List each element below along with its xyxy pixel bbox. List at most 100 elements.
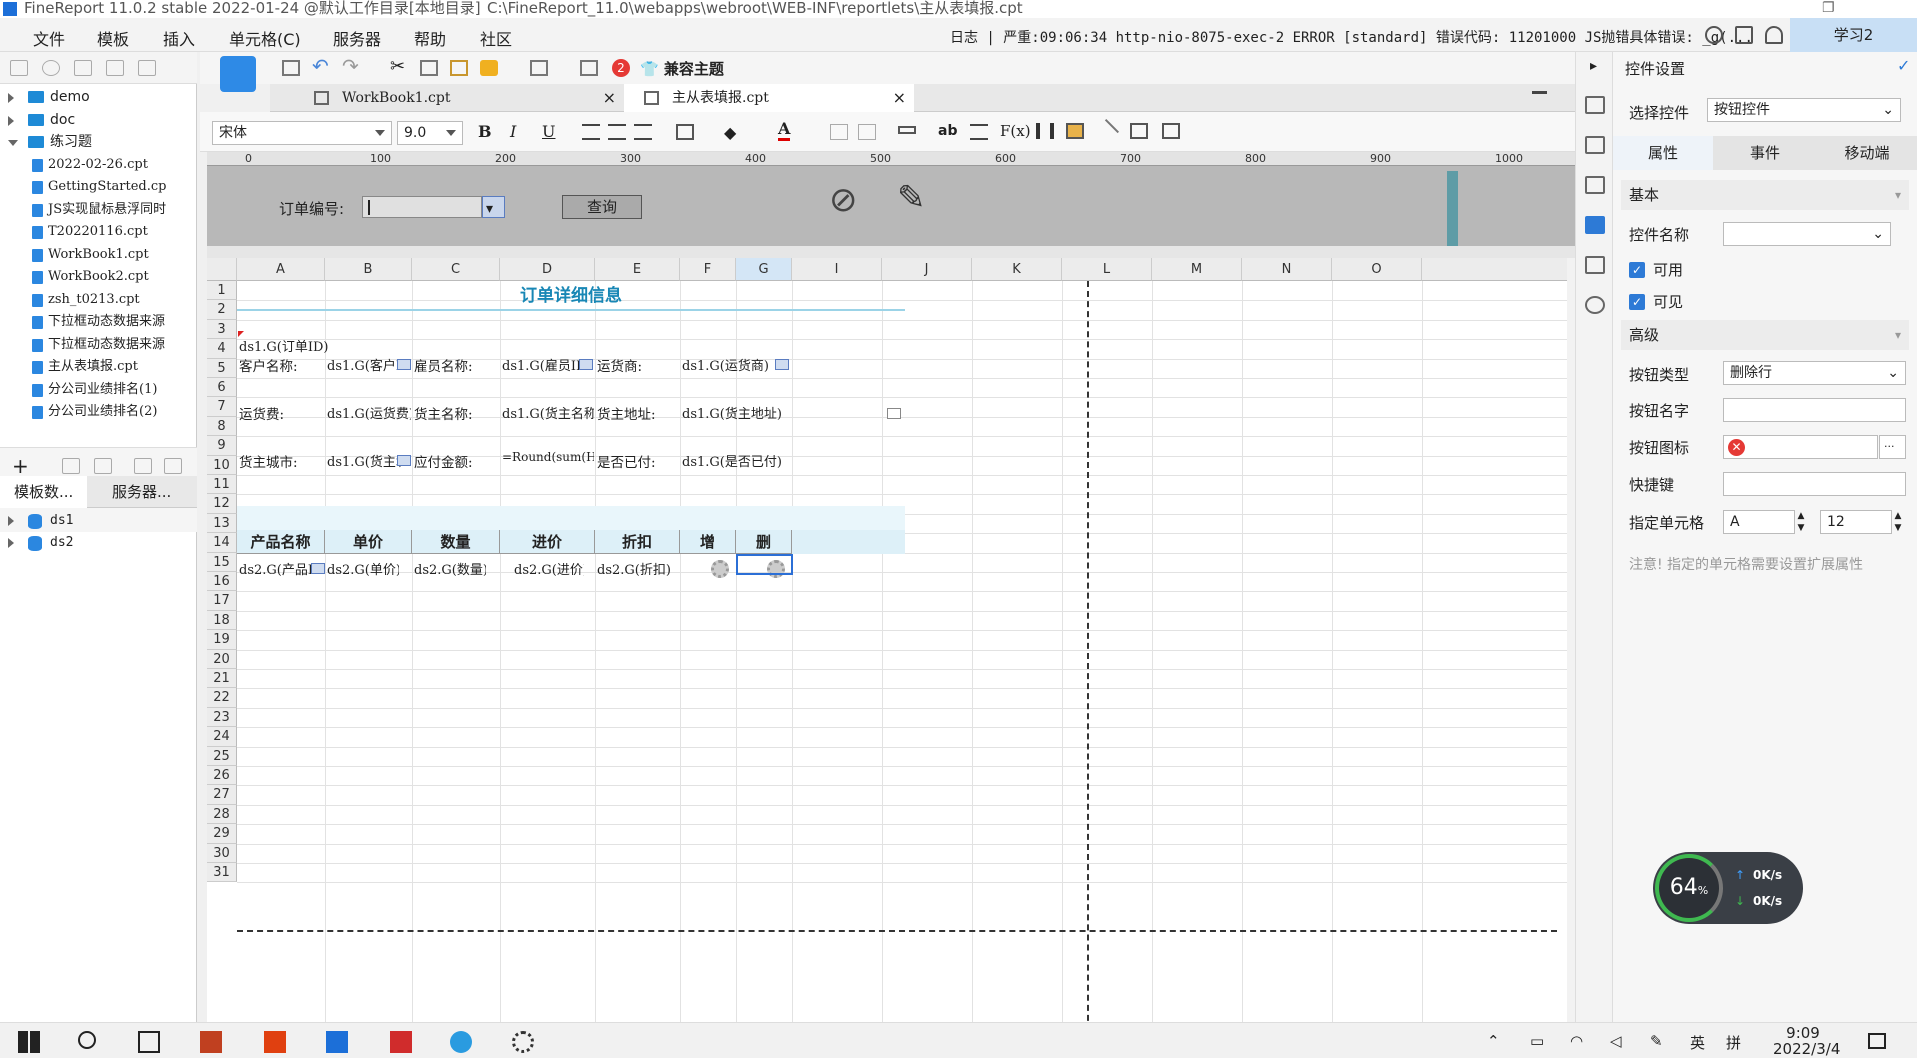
col-header-n[interactable]: N: [1242, 258, 1332, 281]
user-account[interactable]: 学习2: [1790, 18, 1917, 52]
office-icon[interactable]: [264, 1031, 286, 1053]
row-header[interactable]: 23: [207, 707, 237, 728]
menu-help[interactable]: 帮助: [414, 26, 446, 50]
row-header[interactable]: 19: [207, 630, 237, 650]
address-label[interactable]: 货主地址:: [597, 403, 656, 423]
log-message[interactable]: 日志 | 严重:09:06:34 http-nio-8075-exec-2 ER…: [950, 27, 1753, 47]
order-id-dropdown[interactable]: ▾: [482, 196, 505, 218]
icon-browse-button[interactable]: ···: [1879, 435, 1906, 459]
lock-icon[interactable]: [106, 60, 124, 76]
col-header-j[interactable]: J: [882, 258, 972, 281]
ime-language[interactable]: 英: [1690, 1032, 1705, 1053]
row-header[interactable]: 18: [207, 610, 237, 631]
row-header[interactable]: 8: [207, 416, 237, 437]
notification-badge[interactable]: 2: [612, 59, 630, 77]
row-header[interactable]: 26: [207, 766, 237, 786]
city-cell[interactable]: ds1.G(货主城: [327, 451, 401, 470]
dataset-item[interactable]: ds2: [0, 532, 197, 554]
menu-template[interactable]: 模板: [97, 26, 129, 50]
customer-cell[interactable]: ds1.G(客户ID): [327, 355, 401, 374]
col-header-m[interactable]: M: [1152, 258, 1242, 281]
new-folder-icon[interactable]: [10, 60, 28, 76]
tree-file[interactable]: WorkBook2.cpt: [0, 266, 185, 289]
collapse-arrow-icon[interactable]: ▸: [1590, 58, 1597, 74]
order-id-cell[interactable]: ds1.G(订单ID): [239, 336, 328, 355]
consignee-cell[interactable]: ds1.G(货主名称): [502, 403, 594, 422]
shortcut-input[interactable]: [1723, 472, 1906, 496]
wrap-text-icon[interactable]: [970, 124, 988, 140]
tree-file[interactable]: T20220116.cpt: [0, 221, 185, 244]
menu-file[interactable]: 文件: [33, 26, 65, 50]
detail-product-cell[interactable]: ds2.G(产品ID): [239, 559, 315, 578]
hyperlink-icon[interactable]: [1585, 296, 1605, 314]
cut-icon[interactable]: ✂: [390, 56, 408, 77]
row-header[interactable]: 22: [207, 688, 237, 708]
query-button[interactable]: 查询: [562, 195, 642, 219]
template-designer-icon[interactable]: [220, 56, 256, 92]
battery-icon[interactable]: ▭: [1530, 1032, 1544, 1050]
edit-doc-icon[interactable]: [1735, 26, 1753, 44]
detail-cost-cell[interactable]: ds2.G(进价): [502, 559, 584, 578]
add-row-button-icon[interactable]: [711, 560, 729, 578]
row-header[interactable]: 7: [207, 397, 237, 417]
volume-icon[interactable]: ◁: [1610, 1032, 1622, 1050]
finereport-icon[interactable]: [326, 1031, 348, 1053]
enabled-checkbox[interactable]: ✓: [1629, 262, 1645, 278]
settings-gear-icon[interactable]: [512, 1031, 534, 1053]
winrar-icon[interactable]: [200, 1031, 222, 1053]
preview-icon[interactable]: [530, 60, 548, 76]
consignee-label[interactable]: 货主名称:: [414, 403, 473, 423]
delete-icon[interactable]: [138, 60, 156, 76]
row-header[interactable]: 31: [207, 863, 237, 883]
row-header[interactable]: 2: [207, 300, 237, 320]
row-header[interactable]: 24: [207, 727, 237, 747]
dataset-item[interactable]: ds1: [0, 510, 197, 532]
col-header-g[interactable]: G: [736, 258, 792, 281]
refresh-icon[interactable]: [42, 60, 60, 76]
wifi-icon[interactable]: ◠: [1570, 1032, 1583, 1050]
chart-icon[interactable]: [1036, 123, 1054, 139]
tray-expand-icon[interactable]: ⌃: [1487, 1032, 1500, 1050]
detail-quantity-cell[interactable]: ds2.G(数量): [414, 559, 486, 578]
pin-icon[interactable]: ✓: [1897, 56, 1910, 75]
row-header[interactable]: 30: [207, 843, 237, 863]
menu-insert[interactable]: 插入: [163, 26, 195, 50]
dataset-settings-icon[interactable]: [164, 458, 182, 474]
row-header[interactable]: 16: [207, 572, 237, 592]
pen-icon[interactable]: ✎: [1650, 1032, 1663, 1050]
row-header[interactable]: 27: [207, 785, 237, 805]
tree-file[interactable]: 下拉框动态数据来源: [0, 311, 185, 334]
section-basic[interactable]: 基本 ▾: [1621, 180, 1909, 210]
header-add[interactable]: 增: [680, 530, 736, 554]
tree-file[interactable]: 分公司业绩排名(1): [0, 379, 185, 402]
notification-center-icon[interactable]: [1868, 1033, 1886, 1049]
row-header[interactable]: 10: [207, 455, 237, 475]
row-header[interactable]: 28: [207, 804, 237, 825]
button-icon-field[interactable]: ✕: [1723, 435, 1878, 459]
font-select[interactable]: 宋体: [212, 121, 392, 145]
fill-color-icon[interactable]: ◆: [724, 123, 742, 142]
freight-label[interactable]: 运货费:: [239, 403, 284, 423]
row-header[interactable]: 13: [207, 513, 237, 534]
search-icon[interactable]: [78, 1031, 96, 1049]
undo-icon[interactable]: ↶: [312, 54, 330, 78]
float-element-icon[interactable]: [1585, 176, 1605, 194]
slash-icon[interactable]: [1094, 118, 1120, 144]
merge-icon[interactable]: [830, 124, 848, 140]
preview-icon[interactable]: [134, 458, 152, 474]
order-id-input[interactable]: [362, 196, 482, 218]
align-right-icon[interactable]: [634, 124, 652, 140]
header-unit-price[interactable]: 单价: [325, 530, 412, 554]
tab-menu-icon[interactable]: [1532, 91, 1547, 104]
col-header-d[interactable]: D: [500, 258, 595, 281]
text-cell-button[interactable]: ab: [938, 123, 957, 139]
menu-community[interactable]: 社区: [480, 26, 512, 50]
save-icon[interactable]: [282, 60, 300, 76]
italic-button[interactable]: I: [510, 122, 516, 141]
address-cell[interactable]: ds1.G(货主地址): [682, 403, 782, 422]
open-icon[interactable]: [74, 60, 92, 76]
ime-mode[interactable]: 拼: [1726, 1032, 1741, 1053]
col-header-c[interactable]: C: [412, 258, 500, 281]
button-name-input[interactable]: [1723, 398, 1906, 422]
expand-arrow-icon[interactable]: [8, 93, 14, 103]
